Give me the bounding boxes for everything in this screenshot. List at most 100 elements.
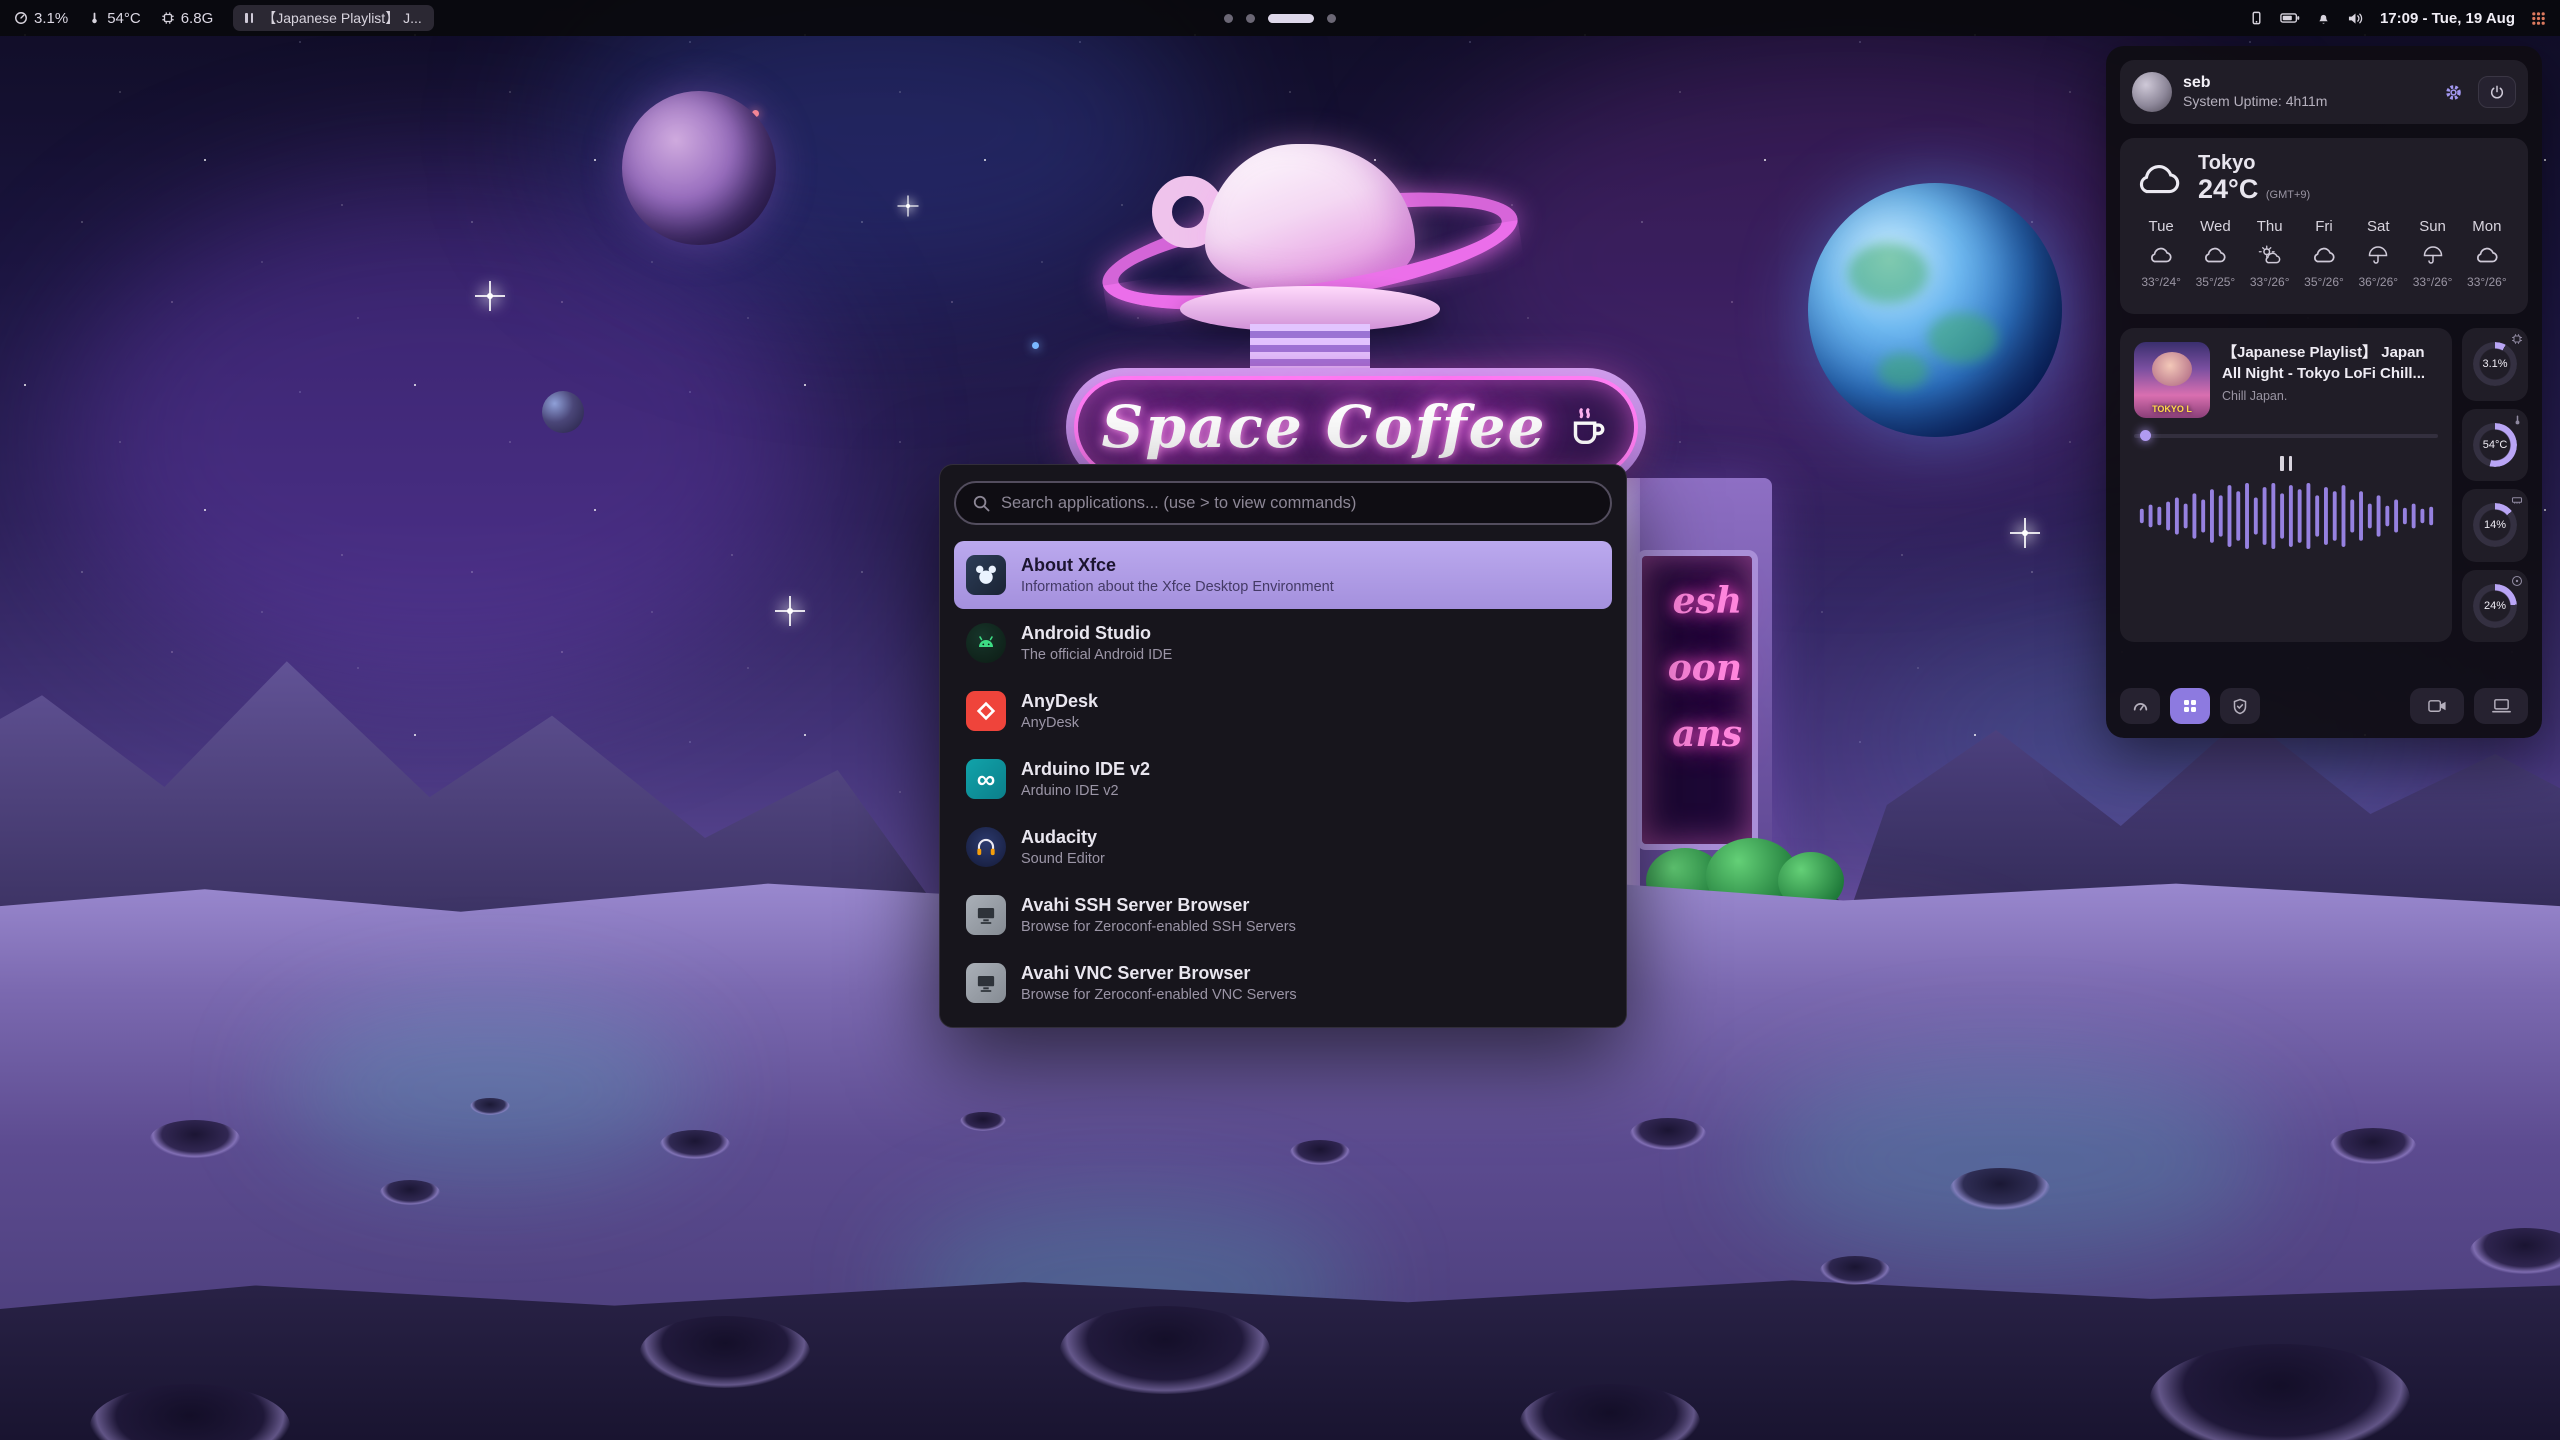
app-desc: Sound Editor	[1021, 851, 1105, 867]
dashboard-button[interactable]	[2120, 688, 2160, 724]
application-launcher: About Xfce Information about the Xfce De…	[939, 464, 1627, 1028]
planet-earth	[1808, 183, 2062, 437]
audacity-icon	[966, 827, 1006, 867]
cloud-icon	[2297, 242, 2351, 268]
album-art[interactable]: TOKYO L	[2134, 342, 2210, 418]
search-box[interactable]	[954, 481, 1612, 525]
dashboard-panel: seb System Uptime: 4h11m Tokyo 24°C (GMT…	[2106, 46, 2542, 738]
username: seb	[2183, 73, 2433, 93]
crater	[380, 1180, 440, 1205]
search-input[interactable]	[1001, 494, 1594, 513]
forecast-day: Sat 36°/26°	[2351, 218, 2405, 289]
cpu-gauge: 3.1%	[2462, 328, 2528, 401]
pause-icon	[245, 13, 253, 23]
cpu-value: 3.1%	[34, 10, 68, 27]
teal-glow	[1750, 1060, 2270, 1260]
shield-icon	[2232, 698, 2248, 715]
crater	[2330, 1128, 2416, 1164]
app-title: Arduino IDE v2	[1021, 759, 1150, 781]
xfce-mouse-icon	[966, 555, 1006, 595]
crater	[660, 1130, 730, 1159]
app-item-avahi-ssh[interactable]: Avahi SSH Server Browser Browse for Zero…	[954, 881, 1612, 949]
app-desc: Browse for Zeroconf-enabled SSH Servers	[1021, 919, 1296, 935]
crater	[640, 1316, 810, 1388]
search-icon	[972, 494, 991, 513]
app-title: Avahi VNC Server Browser	[1021, 963, 1297, 985]
phone-link-icon[interactable]	[2249, 10, 2264, 26]
bright-star	[2022, 530, 2028, 536]
app-title: AnyDesk	[1021, 691, 1098, 713]
clock[interactable]: 17:09 - Tue, 19 Aug	[2380, 10, 2515, 27]
weather-card: Tokyo 24°C (GMT+9) Tue 33°/24° Wed 35°/2…	[2120, 138, 2528, 314]
crater	[1060, 1306, 1270, 1394]
track-title-line1: 【Japanese Playlist】 Japan	[2222, 342, 2438, 363]
coffee-cup-icon	[1564, 404, 1610, 450]
blue-star	[1032, 342, 1039, 349]
screen-record-button[interactable]	[2410, 688, 2464, 724]
seek-bar[interactable]	[2134, 434, 2438, 438]
workspace-indicator	[1224, 0, 1336, 36]
app-item-anydesk[interactable]: AnyDesk AnyDesk	[954, 677, 1612, 745]
app-desc: The official Android IDE	[1021, 647, 1172, 663]
cpu-stat[interactable]: 3.1%	[14, 10, 68, 27]
planet-purple	[622, 91, 776, 245]
shield-button[interactable]	[2220, 688, 2260, 724]
volume-icon[interactable]	[2347, 11, 2364, 26]
app-desc: Arduino IDE v2	[1021, 783, 1150, 799]
weather-temp: 24°C	[2198, 174, 2258, 204]
workspace-dot[interactable]	[1224, 14, 1233, 23]
forecast-day: Tue 33°/24°	[2134, 218, 2188, 289]
power-button[interactable]	[2478, 76, 2516, 108]
app-title: Android Studio	[1021, 623, 1172, 645]
track-artist: Chill Japan.	[2222, 389, 2438, 403]
app-item-audacity[interactable]: Audacity Sound Editor	[954, 813, 1612, 881]
crater	[150, 1120, 240, 1158]
track-title-line2: All Night - Tokyo LoFi Chill...	[2222, 363, 2438, 384]
apps-button[interactable]	[2170, 688, 2210, 724]
avatar[interactable]	[2132, 72, 2172, 112]
crater	[470, 1098, 510, 1115]
workspace-dot[interactable]	[1327, 14, 1336, 23]
app-title: About Xfce	[1021, 555, 1334, 577]
memory-stat[interactable]: 6.8G	[161, 10, 214, 27]
weather-timezone: (GMT+9)	[2266, 189, 2310, 201]
battery-icon[interactable]	[2280, 12, 2300, 24]
space-coffee-cup	[1100, 118, 1520, 386]
app-grid-icon[interactable]	[2531, 11, 2546, 26]
temp-stat[interactable]: 54°C	[88, 10, 141, 27]
memory-gauge: 14%	[2462, 489, 2528, 562]
umbrella-icon	[2351, 242, 2405, 268]
gauge-value: 54°C	[2473, 423, 2517, 467]
app-item-about-xfce[interactable]: About Xfce Information about the Xfce De…	[954, 541, 1612, 609]
app-item-arduino[interactable]: ∞ Arduino IDE v2 Arduino IDE v2	[954, 745, 1612, 813]
display-button[interactable]	[2474, 688, 2528, 724]
cloud-icon	[2188, 242, 2242, 268]
neon-line: ans	[1652, 701, 1742, 768]
anydesk-icon	[966, 691, 1006, 731]
app-item-android-studio[interactable]: Android Studio The official Android IDE	[954, 609, 1612, 677]
power-icon	[2489, 84, 2505, 100]
app-item-avahi-vnc[interactable]: Avahi VNC Server Browser Browse for Zero…	[954, 949, 1612, 1017]
crater	[1630, 1118, 1706, 1150]
media-player-card: TOKYO L 【Japanese Playlist】 Japan All Ni…	[2120, 328, 2452, 642]
cloud-icon	[2134, 160, 2184, 198]
bright-star	[787, 608, 793, 614]
app-desc: Browse for Zeroconf-enabled VNC Servers	[1021, 987, 1297, 1003]
audio-waveform	[2134, 483, 2438, 549]
android-studio-icon	[966, 623, 1006, 663]
arduino-icon: ∞	[966, 759, 1006, 799]
sun-cloud-icon	[2243, 242, 2297, 268]
laptop-icon	[2492, 698, 2511, 714]
settings-gear-icon[interactable]	[2444, 83, 2463, 102]
forecast-day: Wed 35°/25°	[2188, 218, 2242, 289]
seek-handle[interactable]	[2140, 430, 2151, 441]
notifications-bell-icon[interactable]	[2316, 10, 2331, 26]
crater	[1290, 1140, 1350, 1165]
forecast-day: Fri 35°/26°	[2297, 218, 2351, 289]
media-indicator[interactable]: 【Japanese Playlist】 J...	[233, 5, 434, 31]
workspace-dot[interactable]	[1246, 14, 1255, 23]
pause-button[interactable]	[2272, 452, 2300, 475]
workspace-active-pill[interactable]	[1268, 14, 1314, 23]
grid-icon	[2182, 698, 2198, 714]
system-uptime: System Uptime: 4h11m	[2183, 93, 2433, 111]
